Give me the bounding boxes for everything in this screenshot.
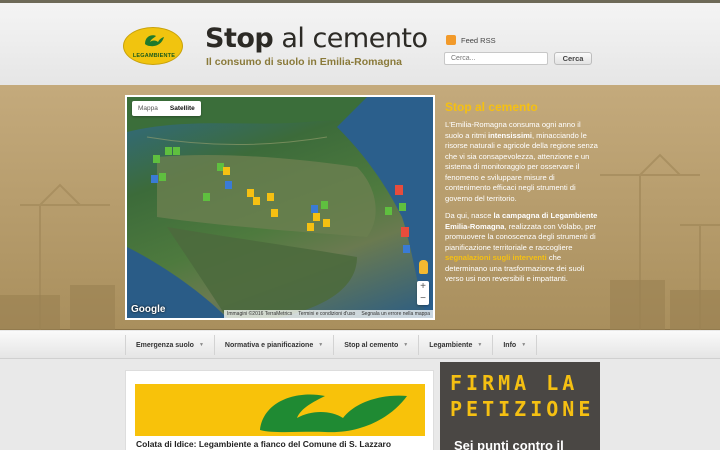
intro-paragraph-2: Da qui, nasce la campagna di Legambiente… <box>445 211 598 283</box>
intro-title: Stop al cemento <box>445 100 538 114</box>
rss-icon <box>446 35 456 45</box>
legambiente-leaf-icon <box>260 394 407 433</box>
post-card[interactable]: Colata di Idice: Legambiente a fianco de… <box>125 370 434 450</box>
rss-link[interactable]: Feed RSS <box>446 35 496 45</box>
logo-text: LEGAMBIENTE <box>132 53 176 59</box>
search-input[interactable] <box>444 52 548 65</box>
nav-stop-al-cemento[interactable]: Stop al cemento ▼ <box>334 335 420 355</box>
petition-heading: FIRMA LA PETIZIONE <box>450 371 595 421</box>
rss-label: Feed RSS <box>461 35 496 45</box>
segnalazioni-link[interactable]: segnalazioni sugli interventi <box>445 253 547 262</box>
main-nav: Emergenza suolo ▼ Normativa e pianificazi… <box>0 331 720 359</box>
featured-band: Mappa Satellite + − Google Immagini ©201… <box>0 85 720 330</box>
zoom-in-button[interactable]: + <box>420 281 426 293</box>
post-image[interactable] <box>135 384 425 436</box>
chevron-down-icon: ▼ <box>477 342 483 348</box>
google-logo: Google <box>131 304 166 315</box>
chevron-down-icon: ▼ <box>403 342 409 348</box>
attribution-imagery: Immagini ©2016 TerraMetrics <box>226 311 293 317</box>
attribution-report[interactable]: Segnala un errore nella mappa <box>361 311 430 317</box>
zoom-out-button[interactable]: − <box>420 293 426 305</box>
nav-info[interactable]: Info ▼ <box>493 335 538 355</box>
site-subtitle: Il consumo di suolo in Emilia-Romagna <box>206 56 403 68</box>
search-button[interactable]: Cerca <box>554 52 592 65</box>
intro-paragraph-1: L'Emilia-Romagna consuma ogni anno il su… <box>445 120 598 203</box>
legambiente-logo[interactable]: LEGAMBIENTE <box>123 27 183 65</box>
tab-satellite[interactable]: Satellite <box>164 101 201 116</box>
intro-text: Stop al cemento L'Emilia-Romagna consuma… <box>445 100 600 292</box>
tab-map[interactable]: Mappa <box>132 101 164 116</box>
chevron-down-icon: ▼ <box>198 342 204 348</box>
satellite-map[interactable] <box>127 97 433 318</box>
attribution-terms[interactable]: Termini e condizioni d'uso <box>298 311 355 317</box>
street-view-icon[interactable] <box>419 260 428 274</box>
nav-legambiente[interactable]: Legambiente ▼ <box>419 335 494 355</box>
site-title[interactable]: Stop al cemento <box>205 23 428 54</box>
zoom-control: + − <box>417 281 429 305</box>
map-type-toggle: Mappa Satellite <box>132 101 201 116</box>
petition-banner[interactable]: FIRMA LA PETIZIONE Sei punti contro il <box>440 362 600 450</box>
map-widget[interactable]: Mappa Satellite + − Google Immagini ©201… <box>125 95 435 320</box>
post-title[interactable]: Colata di Idice: Legambiente a fianco de… <box>136 439 391 449</box>
nav-normativa[interactable]: Normativa e pianificazione ▼ <box>215 335 335 355</box>
leaf-icon <box>145 35 164 47</box>
search-form: Cerca <box>444 52 592 65</box>
petition-subheading: Sei punti contro il <box>454 438 564 450</box>
site-header: LEGAMBIENTE Stop al cemento Il consumo d… <box>0 0 720 85</box>
map-attribution: Immagini ©2016 TerraMetrics Termini e co… <box>223 310 433 318</box>
chevron-down-icon: ▼ <box>318 342 324 348</box>
chevron-down-icon: ▼ <box>521 342 527 348</box>
nav-emergenza-suolo[interactable]: Emergenza suolo ▼ <box>125 335 215 355</box>
